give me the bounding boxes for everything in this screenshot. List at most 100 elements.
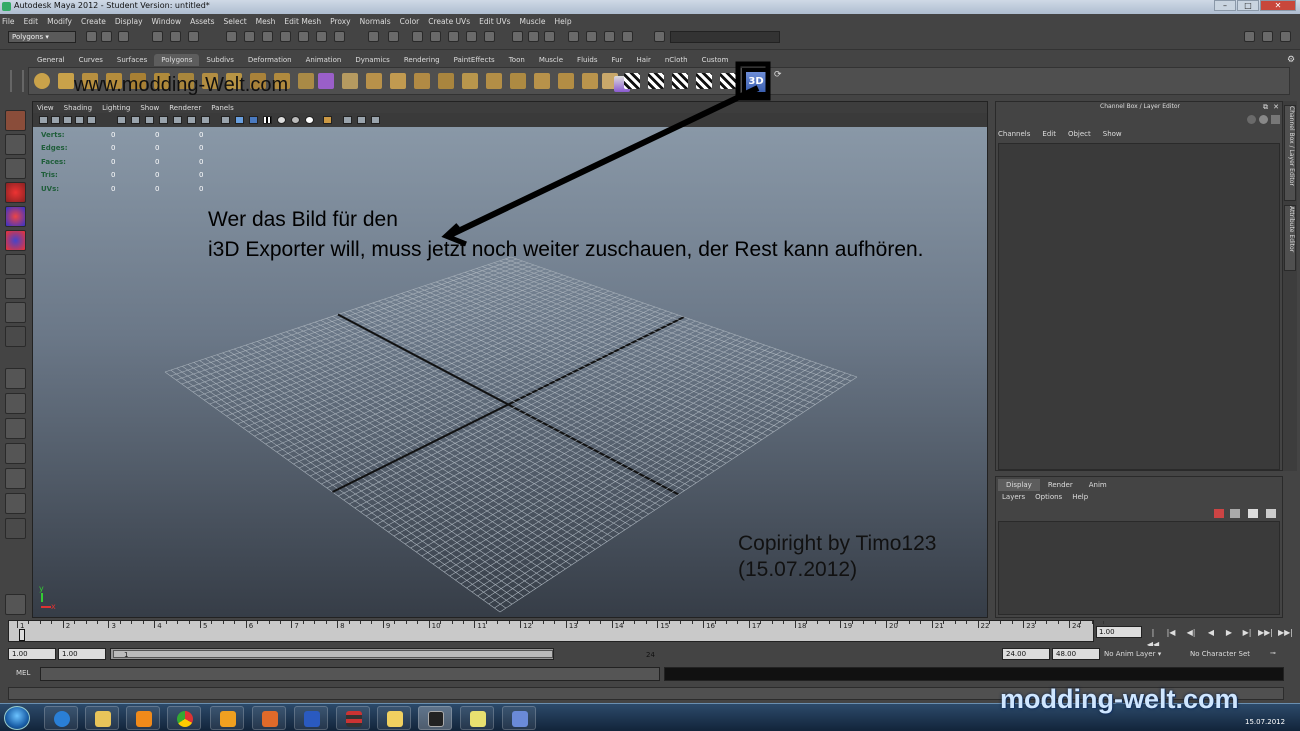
playback-end-field[interactable]: 24.00 xyxy=(1002,648,1050,660)
time-subtick xyxy=(737,621,739,624)
new-layer-selected-icon[interactable] xyxy=(1266,509,1276,518)
taskbar-app-stripes[interactable] xyxy=(336,706,370,730)
time-subtick xyxy=(188,621,190,624)
notes-icon xyxy=(387,711,403,727)
channel-list-area[interactable] xyxy=(998,143,1280,470)
taskbar-explorer[interactable] xyxy=(85,706,119,730)
time-subtick xyxy=(588,621,590,624)
anim-layer-dropdown[interactable]: No Anim Layer ▾ xyxy=(1104,648,1190,660)
channel-menu-edit[interactable]: Edit xyxy=(1042,130,1056,138)
channel-menu-show[interactable]: Show xyxy=(1103,130,1122,138)
time-subtick xyxy=(417,621,419,624)
time-tick xyxy=(382,621,384,628)
range-slider-bar: 1.00 1.00 1 24 24.00 48.00 No Anim Layer … xyxy=(0,646,1300,662)
time-tick xyxy=(520,621,522,628)
start-button[interactable] xyxy=(4,706,30,730)
mel-label[interactable]: MEL xyxy=(16,669,30,677)
time-tick xyxy=(1023,621,1025,628)
pin-icon[interactable] xyxy=(1271,115,1280,124)
end-time-field[interactable]: 48.00 xyxy=(1052,648,1100,660)
time-slider[interactable]: 1 2 3 4 5 6 7 8 9 10 11 12 13 14 15 16 17 18 19 20 21 22 23 24 xyxy=(8,620,1105,642)
layer-list-area[interactable] xyxy=(998,521,1280,615)
taskbar-internet-explorer[interactable] xyxy=(44,706,78,730)
layer-tab-render[interactable]: Render xyxy=(1040,479,1081,491)
step-forward-key-button[interactable]: ▶▶| xyxy=(1258,627,1273,639)
time-subtick xyxy=(371,621,373,624)
mel-input[interactable] xyxy=(40,667,660,681)
taskbar-media-player[interactable] xyxy=(126,706,160,730)
layer-tab-display[interactable]: Display xyxy=(998,479,1040,491)
time-subtick xyxy=(211,621,213,624)
playback-start-field[interactable]: 1.00 xyxy=(58,648,106,660)
time-subtick xyxy=(988,621,990,624)
taskbar-paint[interactable] xyxy=(502,706,536,730)
key-icon[interactable] xyxy=(1247,115,1256,124)
lock-attribute-icon[interactable] xyxy=(1259,115,1268,124)
play-backwards-button[interactable]: ◀ xyxy=(1204,627,1218,639)
step-forward-frame-button[interactable]: ▶| xyxy=(1240,627,1254,639)
time-subtick xyxy=(691,621,693,624)
layer-editor-menu: Layers Options Help xyxy=(1002,493,1098,501)
time-tick-label: 8 xyxy=(340,622,345,630)
time-subtick xyxy=(85,621,87,624)
channel-menu-object[interactable]: Object xyxy=(1068,130,1091,138)
layer-menu-options[interactable]: Options xyxy=(1035,493,1062,501)
time-subtick xyxy=(543,621,544,624)
taskbar-maya[interactable] xyxy=(418,706,452,730)
time-subtick xyxy=(1000,621,1002,624)
character-set-dropdown[interactable]: No Character Set xyxy=(1190,648,1270,660)
paint-icon xyxy=(512,711,528,727)
move-layer-up-icon[interactable] xyxy=(1214,509,1224,518)
taskbar-app-grid[interactable] xyxy=(210,706,244,730)
taskbar-clock-date: 15.07.2012 xyxy=(1245,718,1286,726)
image-viewer-icon xyxy=(470,711,486,727)
taskbar-notes[interactable] xyxy=(377,706,411,730)
layer-menu-help[interactable]: Help xyxy=(1072,493,1088,501)
app-s-icon xyxy=(304,711,320,727)
new-empty-layer-icon[interactable] xyxy=(1248,509,1258,518)
time-tick xyxy=(154,621,156,628)
layer-tab-anim[interactable]: Anim xyxy=(1081,479,1115,491)
current-time-marker[interactable] xyxy=(19,629,25,641)
time-subtick xyxy=(142,621,144,624)
time-subtick xyxy=(771,621,773,624)
layer-menu-layers[interactable]: Layers xyxy=(1002,493,1025,501)
time-subtick xyxy=(908,621,910,624)
taskbar-chrome[interactable] xyxy=(167,706,201,730)
range-slider-handle[interactable]: 1 24 xyxy=(113,650,655,659)
float-panel-icon[interactable]: ⧉ xyxy=(1263,103,1268,112)
channel-menu-channels[interactable]: Channels xyxy=(998,130,1030,138)
move-layer-down-icon[interactable] xyxy=(1230,509,1240,518)
time-tick xyxy=(245,621,247,628)
time-subtick xyxy=(405,621,407,624)
attribute-editor-side-tab[interactable]: Attribute Editor xyxy=(1284,205,1296,271)
time-subtick xyxy=(131,621,133,624)
start-time-field[interactable]: 1.00 xyxy=(8,648,56,660)
folder-icon xyxy=(95,711,111,727)
time-subtick xyxy=(645,621,647,624)
play-forwards-button[interactable]: ▶ xyxy=(1222,627,1236,639)
range-end-label: 24 xyxy=(646,651,655,659)
taskbar-app-s[interactable] xyxy=(294,706,328,730)
channel-box-side-tab[interactable]: Channel Box / Layer Editor xyxy=(1284,105,1296,201)
time-subtick xyxy=(360,621,362,624)
step-back-key-button[interactable]: |◀ xyxy=(1164,627,1178,639)
right-side-tabs: Channel Box / Layer Editor Attribute Edi… xyxy=(1283,101,1297,471)
taskbar-app-box[interactable] xyxy=(252,706,286,730)
step-back-frame-button[interactable]: ◀| xyxy=(1184,627,1198,639)
time-subtick xyxy=(508,621,510,624)
time-subtick xyxy=(1046,621,1048,624)
go-to-start-button[interactable]: |◀◀ xyxy=(1146,627,1160,649)
range-slider[interactable]: 1 24 xyxy=(110,648,655,660)
time-subtick xyxy=(943,621,945,624)
current-frame-field[interactable]: 1.00 xyxy=(1096,626,1142,638)
time-tick xyxy=(703,621,705,628)
taskbar-image-viewer[interactable] xyxy=(460,706,494,730)
time-tick xyxy=(886,621,888,628)
close-panel-icon[interactable]: ✕ xyxy=(1273,103,1279,111)
auto-key-icon[interactable]: ⊸ xyxy=(1270,649,1276,657)
time-tick xyxy=(62,621,64,628)
time-subtick xyxy=(28,621,30,624)
go-to-end-button[interactable]: ▶▶| xyxy=(1278,627,1293,639)
time-tick-label: 7 xyxy=(294,622,299,630)
